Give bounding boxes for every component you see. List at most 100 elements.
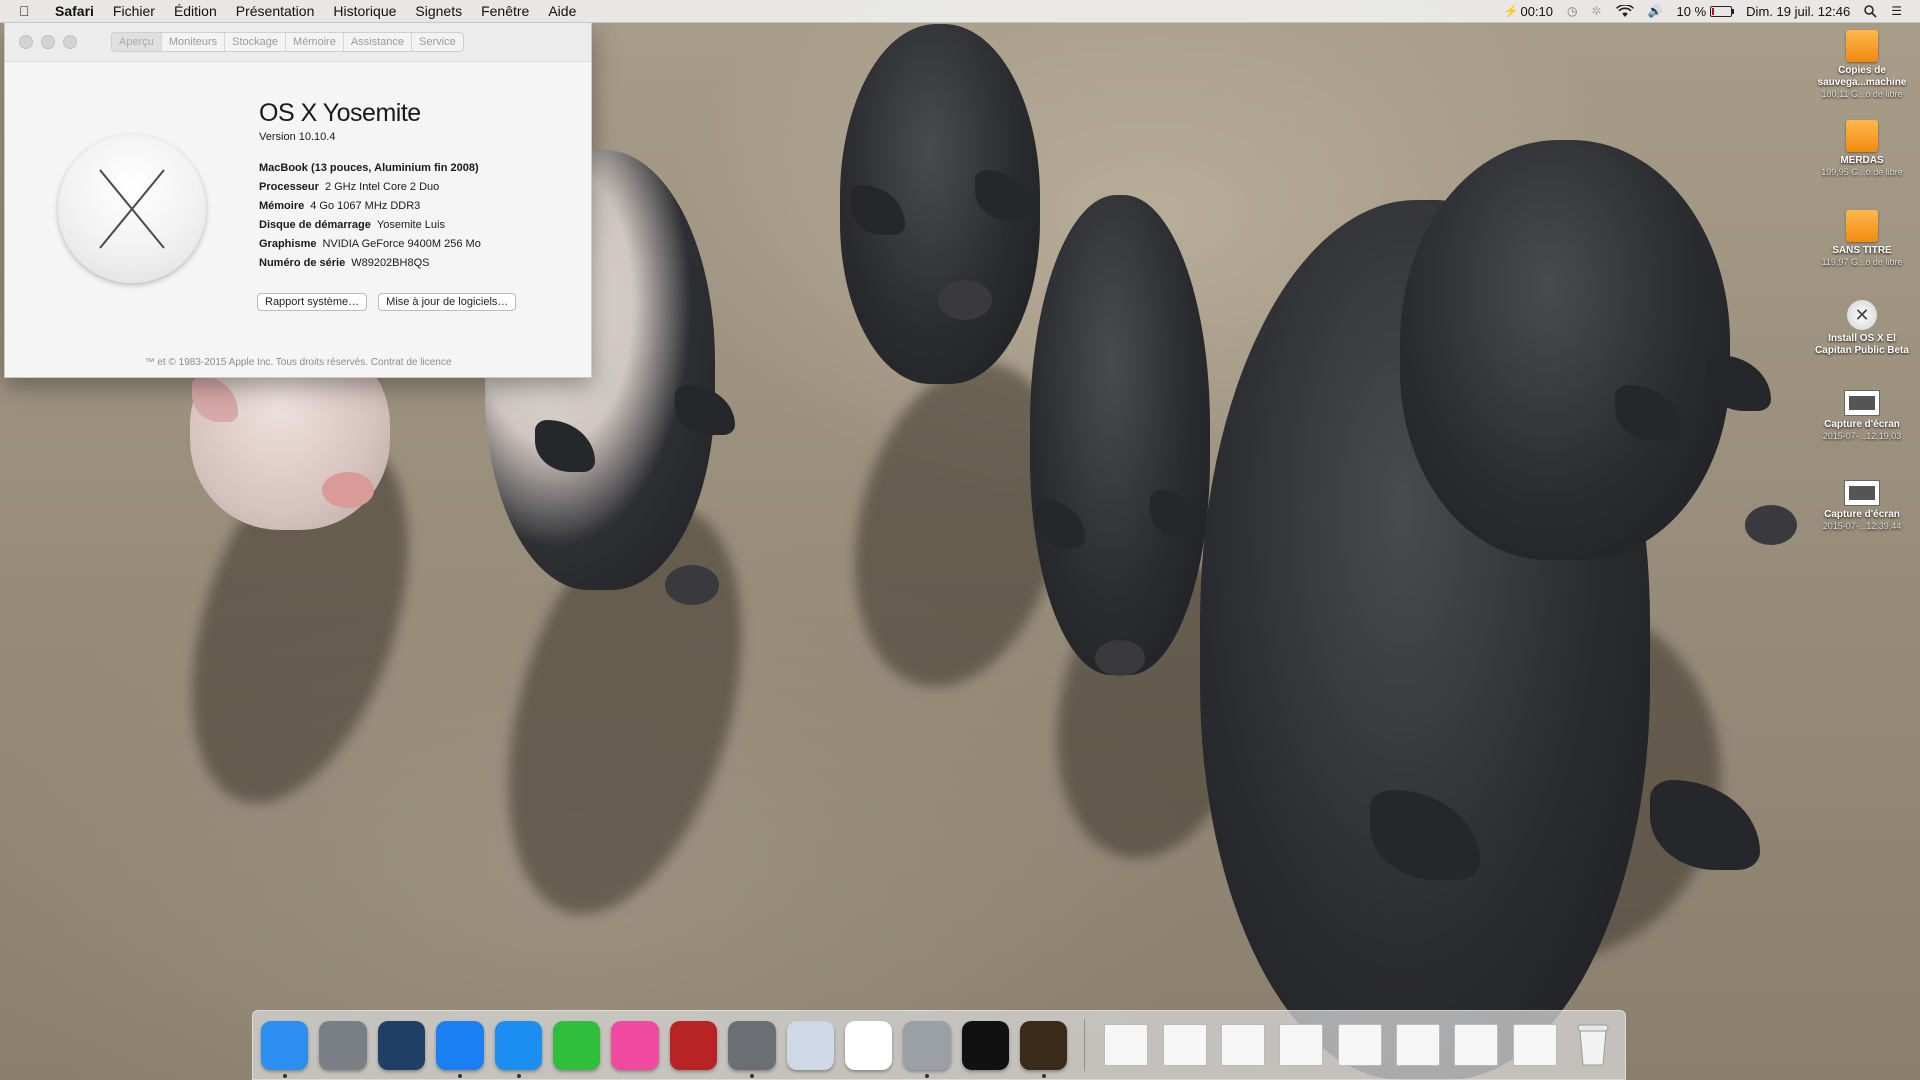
menu-signets[interactable]: Signets [415,3,462,19]
menu-edition[interactable]: Édition [174,3,217,19]
pig-snout [665,565,719,605]
system-report-button[interactable]: Rapport système… [257,293,368,311]
preview-icon[interactable] [786,1020,834,1070]
wifi-icon[interactable] [1615,4,1634,18]
printer-icon[interactable] [1161,1021,1208,1070]
menu-clock[interactable]: Dim. 19 juil. 12:46 [1746,4,1850,19]
safari-icon[interactable] [494,1020,542,1078]
external-drive-icon [1846,30,1878,62]
desktop-icon-label: Copies de sauvega...machine [1817,65,1907,88]
tab-moniteurs[interactable]: Moniteurs [162,33,226,51]
menu-presentation[interactable]: Présentation [236,3,315,19]
spec-key: Numéro de série [259,257,346,269]
launchpad-icon[interactable] [319,1020,367,1070]
desktop-icon-installer[interactable]: ✕ Install OS X El Capitan Public Beta [1812,300,1912,390]
screenshot-file-icon [1844,390,1880,416]
desktop-icon-sub: 119,97 G...o de libre [1821,257,1903,267]
window-thumb-icon[interactable] [1394,1021,1441,1070]
tab-apercu[interactable]: Aperçu [112,33,162,51]
itunes-icon[interactable] [611,1020,659,1070]
os-name-light: Yosemite [322,99,421,127]
spec-key: Mémoire [259,200,305,212]
window-thumb-icon[interactable] [1278,1021,1325,1070]
tab-memoire[interactable]: Mémoire [286,33,344,51]
minimize-button[interactable] [41,35,55,49]
desktop-icon-screenshot-2[interactable]: Capture d'écran 2015-07-...12.39.44 [1812,480,1912,570]
spec-value: 4 Go 1067 MHz DDR3 [310,200,421,212]
thumbnail-image [1279,1024,1324,1066]
terminal-icon[interactable] [961,1020,1010,1070]
desktop-icon-sub: 199,95 G...o de libre [1821,167,1903,177]
desktop-icon-backup-drive[interactable]: Copies de sauvega...machine 180,11 G...o… [1812,30,1912,120]
spec-row: Numéro de série W89202BH8QS [259,254,481,273]
window-thumb-icon[interactable] [1336,1021,1383,1070]
mission-control-icon[interactable] [377,1020,426,1070]
battery-percent[interactable]: 10 % [1677,4,1707,19]
window-thumb-icon[interactable] [1219,1021,1266,1070]
external-drive-icon [1846,210,1878,242]
garageband-icon[interactable] [1020,1020,1068,1078]
tab-service[interactable]: Service [412,33,463,51]
photos-icon[interactable] [844,1020,893,1070]
menu-app-name[interactable]: Safari [55,3,94,19]
finder-icon[interactable] [261,1020,309,1078]
pig-snout [938,280,992,320]
apple-menu-icon[interactable]:  [19,3,35,19]
battery-time[interactable]: 00:10 [1520,4,1553,19]
zoom-button[interactable] [63,35,77,49]
desktop-icons: Copies de sauvega...machine 180,11 G...o… [1812,30,1912,570]
screenshot-file-icon [1844,480,1880,506]
desktop-icon-merdas-drive[interactable]: MERDAS 199,95 G...o de libre [1812,120,1912,210]
desktop-icon-screenshot-1[interactable]: Capture d'écran 2015-07-...12.19.03 [1812,390,1912,480]
pig-snout [1095,640,1145,676]
desktop-icon-label: Capture d'écran [1824,419,1900,430]
dock-separator [1084,1019,1086,1071]
os-name: OS X Yosemite [259,99,481,128]
time-machine-icon[interactable]: ◷ [1567,4,1577,18]
window-titlebar[interactable]: Aperçu Moniteurs Stockage Mémoire Assist… [5,23,591,62]
bluetooth-icon[interactable]: ✲ [1592,4,1602,18]
spotlight-search-icon[interactable] [1864,4,1877,18]
power-bolt-icon[interactable]: ⚡ [1504,4,1519,18]
menu-fenetre[interactable]: Fenêtre [481,3,529,19]
window-thumb-icon[interactable] [1511,1021,1558,1070]
tab-stockage[interactable]: Stockage [225,33,287,51]
model-name: MacBook (13 pouces, Aluminium fin 2008) [259,162,479,174]
desktop-icon-label: MERDAS [1840,155,1884,166]
spec-value: NVIDIA GeForce 9400M 256 Mo [322,238,481,250]
document-icon[interactable] [1102,1021,1149,1070]
spec-value: W89202BH8QS [351,257,430,269]
menu-aide[interactable]: Aide [548,3,576,19]
spec-row: Disque de démarrage Yosemite Luis [259,216,481,235]
thumbnail-image [1337,1024,1382,1066]
disk-utility-icon[interactable] [903,1020,951,1078]
app-store-icon[interactable] [436,1020,484,1078]
status-area: ⚡ 00:10 ◷ ✲ 🔊 10 % Dim. 19 juil. 12:46 ☰ [1504,4,1902,19]
dock [252,1010,1626,1080]
desktop-icon-sans-titre-drive[interactable]: SANS TITRE 119,97 G...o de libre [1812,210,1912,300]
facetime-icon[interactable] [552,1020,601,1070]
spec-row: Graphisme NVIDIA GeForce 9400M 256 Mo [259,235,481,254]
copyright-text[interactable]: ™ et © 1983-2015 Apple Inc. Tous droits … [5,357,591,368]
os-version: Version 10.10.4 [259,131,336,143]
window-thumb-icon[interactable] [1453,1021,1500,1070]
close-button[interactable] [19,35,33,49]
thumbnail-image [1396,1024,1441,1066]
menu-bar:  Safari Fichier Édition Présentation Hi… [0,0,1920,23]
pig-black [1030,195,1210,675]
tab-assistance[interactable]: Assistance [344,33,413,51]
spec-key: Processeur [259,181,319,193]
menu-fichier[interactable]: Fichier [113,3,155,19]
system-preferences-icon[interactable] [728,1020,776,1078]
photo-booth-icon[interactable] [669,1020,718,1070]
trash-icon[interactable] [1570,1021,1617,1070]
desktop-icon-label: Install OS X El Capitan Public Beta [1815,333,1909,356]
window-controls [19,35,77,49]
menu-historique[interactable]: Historique [333,3,396,19]
software-update-button[interactable]: Mise à jour de logiciels… [378,293,517,311]
desktop-icon-label: Capture d'écran [1824,509,1900,520]
notification-center-icon[interactable]: ☰ [1891,4,1902,18]
volume-icon[interactable]: 🔊 [1648,4,1663,18]
trash-can-glyph [1577,1024,1609,1066]
battery-icon[interactable] [1710,5,1735,17]
